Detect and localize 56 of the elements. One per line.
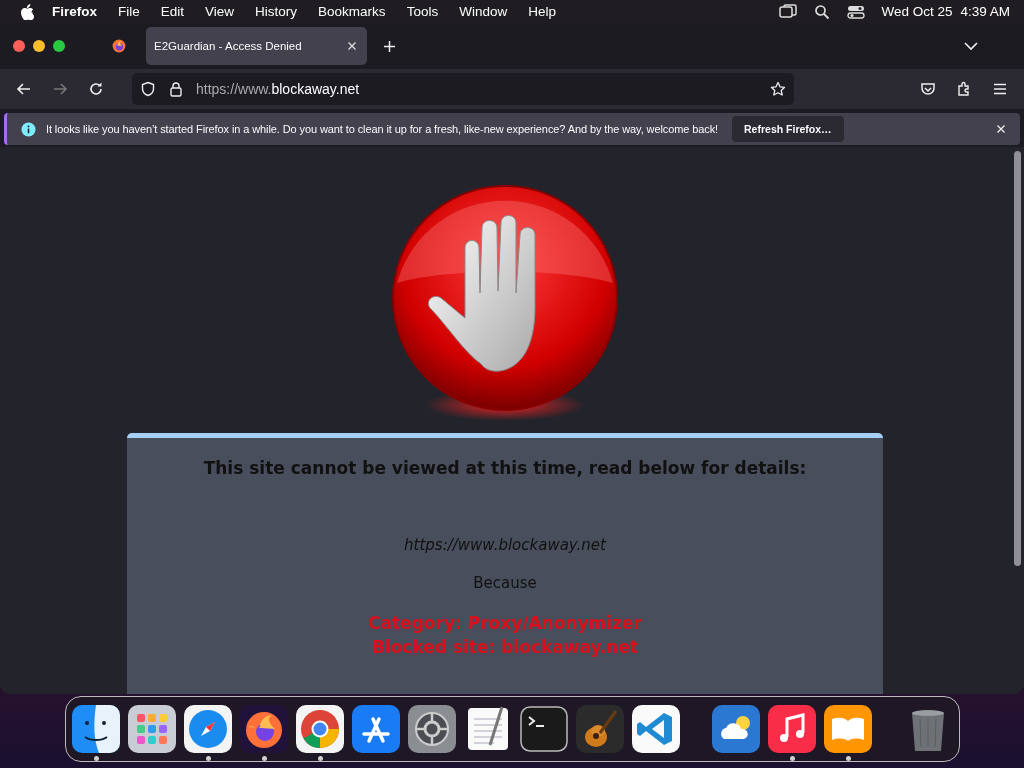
close-icon[interactable] bbox=[996, 124, 1006, 134]
music-note-icon[interactable] bbox=[768, 705, 816, 753]
because-label: Because bbox=[473, 574, 537, 592]
guitar-icon[interactable] bbox=[576, 705, 624, 753]
firefox-icon[interactable] bbox=[111, 38, 127, 54]
scrollbar-thumb[interactable] bbox=[1013, 151, 1021, 566]
control-center-icon[interactable] bbox=[847, 3, 866, 20]
menu-item[interactable]: Firefox bbox=[52, 4, 97, 19]
menu-bar-time[interactable]: 4:39 AM bbox=[960, 4, 1010, 19]
close-icon[interactable] bbox=[347, 41, 357, 51]
address-bar[interactable]: https://www.blockaway.net bbox=[132, 73, 794, 105]
star-icon bbox=[770, 81, 786, 97]
zoom-window-button[interactable] bbox=[53, 40, 65, 52]
notification-message: It looks like you haven’t started Firefox in a while. Do you want to clean it up for a fresh, like-new experience? And by the way, welcome back! bbox=[46, 123, 719, 135]
info-icon bbox=[21, 121, 36, 137]
minimize-window-button[interactable] bbox=[33, 40, 45, 52]
search-icon[interactable] bbox=[813, 3, 832, 20]
menu-item[interactable]: Help bbox=[528, 4, 556, 19]
chevron-down-icon[interactable] bbox=[964, 41, 978, 51]
block-reason: Category: Proxy/Anonymizer bbox=[368, 612, 642, 635]
menu-item[interactable]: History bbox=[255, 4, 298, 19]
block-heading: This site cannot be viewed at this time, read below for details: bbox=[203, 458, 807, 478]
menu-item[interactable]: View bbox=[205, 4, 235, 19]
forward-arrow-icon[interactable] bbox=[52, 81, 68, 97]
chrome-icon[interactable] bbox=[296, 705, 344, 753]
menu-icon[interactable] bbox=[992, 81, 1008, 97]
extensions-icon[interactable] bbox=[956, 81, 972, 97]
menu-item[interactable]: Edit bbox=[160, 4, 185, 19]
refresh-button[interactable]: Refresh Firefox… bbox=[732, 116, 844, 142]
pocket-icon[interactable] bbox=[920, 81, 936, 97]
menu-item[interactable]: File bbox=[118, 4, 140, 19]
menu-bar-date[interactable]: Wed Oct 25 bbox=[881, 4, 953, 19]
lock-icon bbox=[168, 81, 184, 97]
app-store-icon[interactable] bbox=[352, 705, 400, 753]
reload-icon[interactable] bbox=[88, 81, 104, 97]
weather-icon[interactable] bbox=[712, 705, 760, 753]
shield-icon bbox=[140, 81, 156, 97]
browser-tab[interactable]: E2Guardian - Access Denied bbox=[146, 27, 367, 65]
screen-mirroring-icon[interactable] bbox=[779, 3, 798, 20]
finder-icon[interactable] bbox=[72, 705, 120, 753]
code-editor-icon[interactable] bbox=[632, 705, 680, 753]
apple-icon[interactable] bbox=[20, 3, 34, 20]
menu-item[interactable]: Bookmarks bbox=[318, 4, 386, 19]
block-reason: Blocked site: blockaway.net bbox=[371, 635, 639, 659]
book-icon[interactable] bbox=[824, 705, 872, 753]
menu-item[interactable]: Window bbox=[459, 4, 508, 19]
terminal-icon[interactable] bbox=[520, 705, 568, 753]
menu-item[interactable]: Tools bbox=[406, 4, 439, 19]
gear-icon[interactable] bbox=[408, 705, 456, 753]
plus-icon[interactable] bbox=[383, 39, 396, 53]
launchpad-icon[interactable] bbox=[128, 705, 176, 753]
back-arrow-icon[interactable] bbox=[16, 81, 32, 97]
firefox-icon[interactable] bbox=[240, 705, 288, 753]
close-window-button[interactable] bbox=[13, 40, 25, 52]
blocked-url: https://www.blockaway.net bbox=[404, 536, 606, 554]
compass-icon[interactable] bbox=[184, 705, 232, 753]
